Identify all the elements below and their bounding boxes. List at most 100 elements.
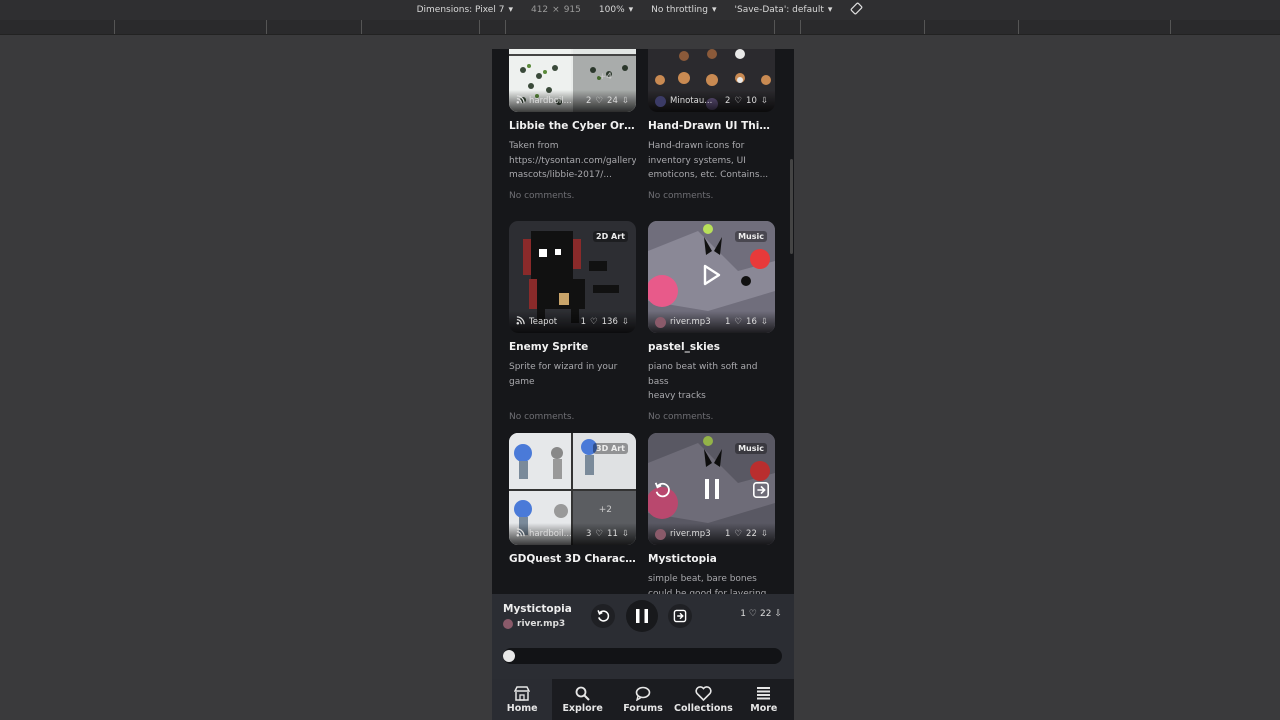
like-count: 3 — [586, 529, 592, 539]
download-icon: ⇩ — [621, 529, 629, 539]
asset-title[interactable]: pastel_skies — [648, 341, 775, 353]
now-playing-title[interactable]: Mystictopia — [503, 603, 572, 615]
card-meta: Teapot 1 ♡ 136 ⇩ — [509, 311, 636, 333]
restart-button[interactable] — [651, 479, 673, 501]
asset-title[interactable]: Libbie the Cyber Oryx — [509, 120, 636, 132]
author-name[interactable]: river.mp3 — [670, 317, 721, 327]
asset-card[interactable]: 2D Art Teapot 1 ♡ 136 ⇩ Enemy Sprite Spr… — [509, 221, 636, 422]
asset-description: Sprite for wizard in your game — [509, 362, 618, 387]
save-data-selector[interactable]: 'Save-Data': default ▾ — [735, 5, 833, 15]
asset-thumbnail[interactable]: +4 hardboil... 2 ♡ 24 ⇩ — [509, 49, 636, 112]
heart-icon: ♡ — [734, 529, 743, 539]
asset-thumbnail[interactable]: Minotau... 2 ♡ 10 ⇩ — [648, 49, 775, 112]
store-icon — [514, 685, 531, 701]
asset-description: simple beat, bare bones could be good fo… — [648, 574, 767, 594]
comment-count[interactable]: No comments. — [648, 191, 775, 201]
nav-item-forums[interactable]: Forums — [613, 679, 673, 720]
mobile-viewport: +4 hardboil... 2 ♡ 24 ⇩ Libbie the Cyber… — [492, 49, 794, 720]
nav-item-collections[interactable]: Collections — [673, 679, 733, 720]
download-count: 22 — [760, 609, 772, 619]
asset-title[interactable]: Enemy Sprite — [509, 341, 636, 353]
category-badge: Music — [735, 231, 767, 242]
asset-feed[interactable]: +4 hardboil... 2 ♡ 24 ⇩ Libbie the Cyber… — [492, 49, 794, 594]
progress-handle[interactable] — [503, 650, 515, 662]
zoom-selector[interactable]: 100% ▾ — [599, 5, 633, 15]
pause-icon — [636, 609, 648, 623]
asset-thumbnail[interactable]: Music river.mp3 1 ♡ 16 ⇩ — [648, 221, 775, 333]
asset-card[interactable]: Music river.mp3 1 ♡ 16 ⇩ pastel_skies pi… — [648, 221, 775, 422]
player-restart-button[interactable] — [591, 604, 615, 628]
author-name[interactable]: Minotau... — [670, 96, 721, 106]
throttling-selector[interactable]: No throttling ▾ — [651, 5, 716, 15]
author-name[interactable]: Teapot — [529, 317, 577, 327]
author-avatar[interactable] — [655, 528, 666, 540]
download-count: 10 — [746, 96, 757, 106]
asset-card[interactable]: Music river.mp3 1 ♡ 22 ⇩ Mystictopia sim… — [648, 433, 775, 594]
ruler-tick — [266, 20, 267, 34]
download-icon: ⇩ — [760, 529, 768, 539]
artist-name: river.mp3 — [517, 619, 566, 629]
asset-title[interactable]: Mystictopia — [648, 553, 775, 565]
nav-label: Collections — [674, 702, 733, 714]
download-icon: ⇩ — [760, 96, 768, 106]
open-icon — [752, 481, 770, 499]
asset-card[interactable]: +4 hardboil... 2 ♡ 24 ⇩ Libbie the Cyber… — [509, 49, 636, 201]
progress-track[interactable] — [503, 648, 782, 664]
asset-title[interactable]: Hand-Drawn UI Thinga... — [648, 120, 775, 132]
chat-icon — [635, 686, 651, 701]
rss-icon — [516, 316, 525, 328]
chevron-down-icon: ▾ — [827, 5, 833, 15]
ruler-tick — [1170, 20, 1171, 34]
more-count: +2 — [598, 505, 612, 515]
asset-title[interactable]: GDQuest 3D Characters... — [509, 553, 636, 565]
ruler-tick — [505, 20, 506, 34]
author-avatar[interactable] — [655, 316, 666, 328]
nav-item-more[interactable]: More — [734, 679, 794, 720]
devtools-toolbar: Dimensions: Pixel 7 ▾ 412 × 915 100% ▾ N… — [0, 0, 1280, 20]
ruler-tick — [479, 20, 480, 34]
nav-item-explore[interactable]: Explore — [552, 679, 612, 720]
nav-item-home[interactable]: Home — [492, 679, 553, 720]
asset-card[interactable]: Minotau... 2 ♡ 10 ⇩ Hand-Drawn UI Thinga… — [648, 49, 775, 201]
pause-button[interactable] — [696, 473, 728, 505]
play-icon — [703, 264, 721, 286]
author-name[interactable]: hardboil... — [529, 529, 582, 539]
download-icon[interactable]: ⇩ — [774, 609, 782, 619]
play-button[interactable] — [696, 259, 728, 291]
width-field[interactable]: 412 — [531, 5, 548, 15]
download-count: 22 — [746, 529, 757, 539]
like-count: 1 — [725, 529, 731, 539]
download-icon: ⇩ — [760, 317, 768, 327]
feed-scrollbar[interactable] — [790, 159, 793, 254]
author-name[interactable]: river.mp3 — [670, 529, 721, 539]
asset-thumbnail[interactable]: 2D Art Teapot 1 ♡ 136 ⇩ — [509, 221, 636, 333]
player-pause-button[interactable] — [626, 600, 658, 632]
asset-card[interactable]: 3D Art +2 hardboil... 3 ♡ 11 ⇩ GDQuest 3… — [509, 433, 636, 565]
player-open-button[interactable] — [668, 604, 692, 628]
rotate-icon[interactable] — [850, 2, 863, 18]
chevron-down-icon: ▾ — [711, 5, 717, 15]
comment-count[interactable]: No comments. — [509, 191, 636, 201]
heart-icon: ♡ — [734, 317, 743, 327]
comment-count[interactable]: No comments. — [509, 412, 636, 422]
open-button[interactable] — [750, 479, 772, 501]
asset-thumbnail[interactable]: Music river.mp3 1 ♡ 22 ⇩ — [648, 433, 775, 545]
dimensions-label: Dimensions: Pixel 7 — [416, 5, 505, 15]
author-name[interactable]: hardboil... — [529, 96, 582, 106]
ruler-tick — [114, 20, 115, 34]
pause-icon — [705, 479, 719, 499]
ruler-tick — [800, 20, 801, 34]
asset-thumbnail[interactable]: 3D Art +2 hardboil... 3 ♡ 11 ⇩ — [509, 433, 636, 545]
chevron-down-icon: ▾ — [508, 5, 513, 15]
author-avatar[interactable] — [655, 95, 666, 107]
download-icon: ⇩ — [621, 317, 629, 327]
asset-description: Hand-drawn icons for inventory systems, … — [648, 141, 769, 180]
comment-count[interactable]: No comments. — [648, 412, 775, 422]
device-selector[interactable]: Dimensions: Pixel 7 ▾ — [417, 5, 513, 15]
heart-icon[interactable]: ♡ — [749, 609, 757, 619]
download-count: 136 — [601, 317, 618, 327]
open-icon — [673, 609, 687, 623]
now-playing-artist[interactable]: river.mp3 — [503, 619, 565, 629]
height-field[interactable]: 915 — [564, 5, 581, 15]
replay-icon — [597, 610, 610, 622]
